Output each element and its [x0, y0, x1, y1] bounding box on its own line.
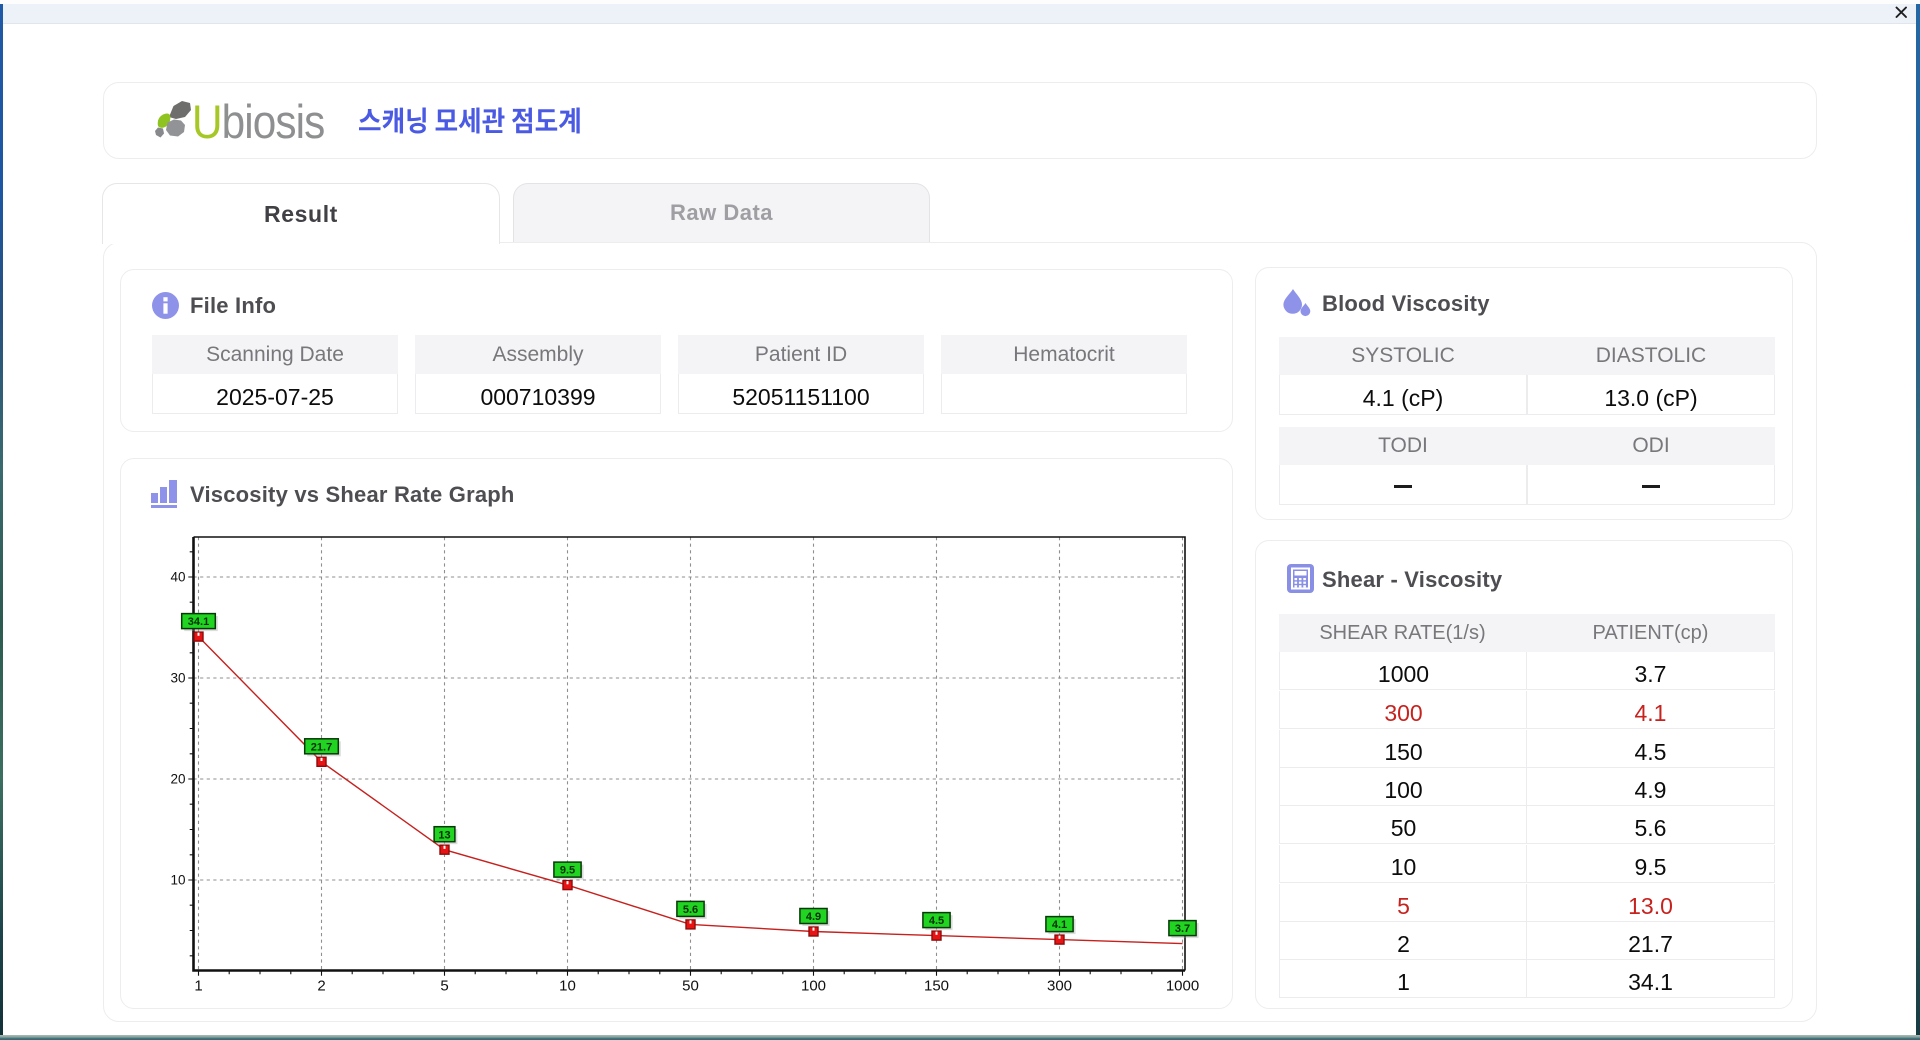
svg-text:30: 30	[170, 671, 185, 686]
svg-text:21.7: 21.7	[311, 741, 332, 753]
svg-text:50: 50	[682, 978, 699, 995]
svg-text:100: 100	[801, 978, 826, 995]
svg-text:1: 1	[194, 978, 202, 995]
svg-text:5: 5	[440, 978, 448, 995]
svg-text:4.1: 4.1	[1052, 919, 1067, 931]
svg-text:1000: 1000	[1166, 978, 1199, 995]
svg-text:10: 10	[170, 873, 185, 888]
svg-text:9.5: 9.5	[560, 865, 575, 877]
svg-text:4.9: 4.9	[806, 911, 821, 923]
svg-text:10: 10	[559, 978, 576, 995]
svg-text:34.1: 34.1	[188, 616, 209, 628]
svg-text:300: 300	[1047, 978, 1072, 995]
svg-text:2: 2	[317, 978, 325, 995]
svg-text:13: 13	[438, 829, 450, 841]
svg-text:20: 20	[170, 772, 185, 787]
svg-text:40: 40	[170, 570, 185, 585]
svg-text:4.5: 4.5	[929, 915, 944, 927]
svg-text:3.7: 3.7	[1175, 923, 1190, 935]
svg-text:150: 150	[924, 978, 949, 995]
svg-text:5.6: 5.6	[683, 904, 698, 916]
